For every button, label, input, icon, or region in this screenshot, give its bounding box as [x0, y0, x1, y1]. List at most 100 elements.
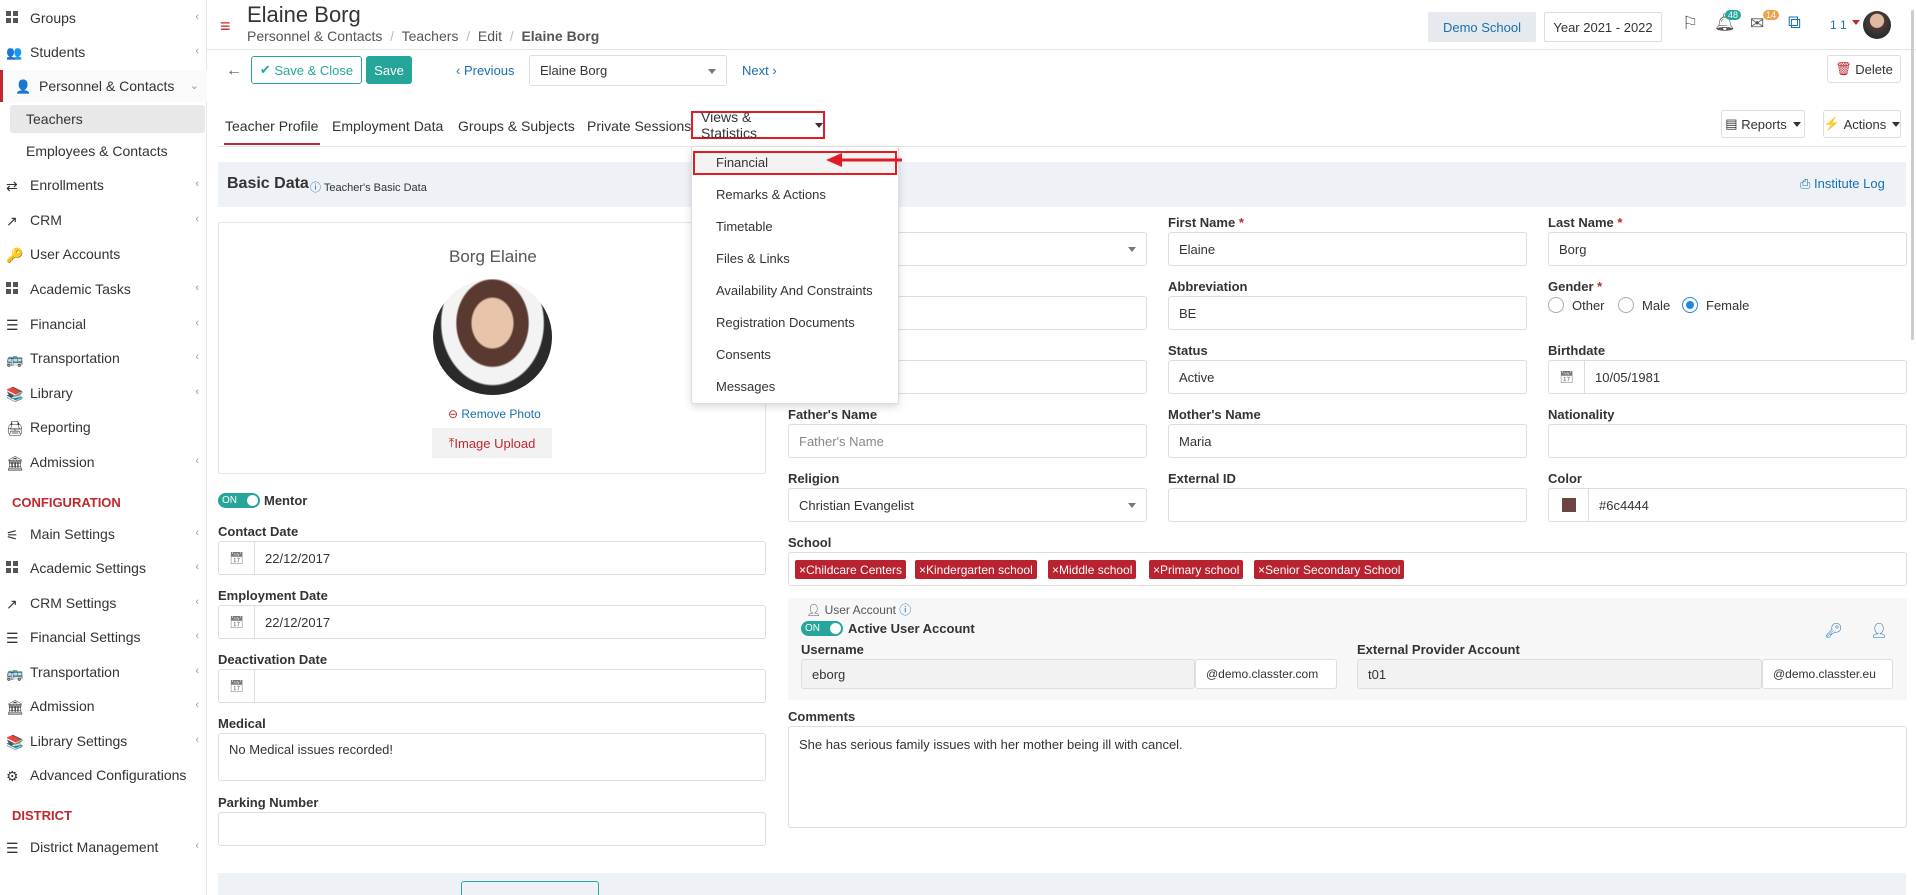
breadcrumb-teachers[interactable]: Teachers: [402, 28, 459, 44]
next-button[interactable]: Next ›: [742, 63, 777, 78]
color-field[interactable]: #6c4444: [1548, 488, 1907, 522]
sidebar-item-library[interactable]: 📚 Library ‹: [0, 377, 207, 409]
menu-item-files-links[interactable]: Files & Links: [716, 251, 790, 266]
user-settings-icon[interactable]: 👤︎: [1870, 622, 1888, 639]
menu-item-financial[interactable]: Financial: [716, 155, 768, 170]
school-tag[interactable]: × Senior Secondary School: [1254, 560, 1405, 579]
gender-male-radio[interactable]: [1618, 297, 1634, 313]
status-field[interactable]: Active: [1168, 360, 1527, 394]
comments-textarea[interactable]: She has serious family issues with her m…: [788, 726, 1907, 828]
calendar-icon[interactable]: 📅︎: [219, 605, 255, 639]
contact-date-field[interactable]: 📅︎ 22/12/2017: [218, 541, 766, 575]
sidebar-item-employees[interactable]: Employees & Contacts: [10, 137, 205, 165]
sidebar-item-academic-tasks[interactable]: Academic Tasks ‹: [0, 273, 207, 305]
username-field[interactable]: eborg: [801, 659, 1195, 689]
menu-item-timetable[interactable]: Timetable: [716, 219, 773, 234]
school-tag[interactable]: × Primary school: [1149, 560, 1244, 579]
menu-item-remarks[interactable]: Remarks & Actions: [716, 187, 826, 202]
chevron-down-icon: ⌄: [189, 80, 199, 92]
last-name-field[interactable]: Borg: [1548, 232, 1907, 266]
sidebar-item-crm-settings[interactable]: ↗ CRM Settings ‹: [0, 587, 207, 619]
sidebar-item-admission-settings[interactable]: 🏛 Admission ‹: [0, 690, 207, 722]
record-selector[interactable]: Elaine Borg: [529, 55, 727, 86]
abbreviation-field[interactable]: BE: [1168, 296, 1527, 330]
remove-photo-link[interactable]: ⊖ Remove Photo: [448, 407, 541, 421]
employment-date-field[interactable]: 📅︎ 22/12/2017: [218, 605, 766, 639]
key-icon[interactable]: 🔑︎: [1825, 622, 1843, 639]
menu-item-messages[interactable]: Messages: [716, 379, 775, 394]
sidebar-item-district-management[interactable]: ☰ District Management ‹: [0, 831, 207, 863]
mail-icon[interactable]: ✉: [1750, 14, 1764, 34]
user-name-short[interactable]: 1 1: [1830, 18, 1847, 32]
sidebar-item-library-settings[interactable]: 📚 Library Settings ‹: [0, 725, 207, 757]
page-scrollbar[interactable]: [1911, 10, 1914, 340]
tab-teacher-profile[interactable]: Teacher Profile: [225, 118, 318, 134]
medical-textarea[interactable]: No Medical issues recorded!: [218, 733, 766, 781]
breadcrumb-personnel[interactable]: Personnel & Contacts: [247, 28, 382, 44]
back-arrow-icon[interactable]: ←: [226, 62, 242, 80]
religion-select[interactable]: Christian Evangelist: [788, 488, 1147, 522]
menu-item-registration-docs[interactable]: Registration Documents: [716, 315, 855, 330]
sidebar-item-financial-settings[interactable]: ☰ Financial Settings ‹: [0, 621, 207, 653]
sidebar-item-advanced-config[interactable]: ⚙ Advanced Configurations: [0, 759, 207, 791]
ext-provider-field[interactable]: t01: [1357, 659, 1762, 689]
hamburger-icon[interactable]: ≡: [220, 16, 231, 37]
tab-views-statistics[interactable]: Views & Statistics: [691, 109, 825, 141]
previous-button[interactable]: ‹ Previous: [456, 63, 515, 78]
user-account-title: 👤︎ User Account ⓘ: [806, 603, 912, 617]
tab-employment-data[interactable]: Employment Data: [332, 118, 443, 134]
sidebar-item-reporting[interactable]: 🖨 Reporting: [0, 411, 207, 443]
gender-female-radio[interactable]: [1682, 297, 1698, 313]
gender-other-radio[interactable]: [1548, 297, 1564, 313]
sidebar-item-personnel[interactable]: 👤 Personnel & Contacts ⌄: [0, 70, 207, 102]
school-selector[interactable]: Demo School: [1428, 12, 1536, 42]
first-name-field[interactable]: Elaine: [1168, 232, 1527, 266]
sidebar-item-transportation[interactable]: 🚌 Transportation ‹: [0, 342, 207, 374]
layers-icon[interactable]: ⧉: [1788, 12, 1801, 33]
sidebar-item-teachers[interactable]: Teachers: [10, 105, 205, 133]
sidebar-item-crm[interactable]: ↗ CRM ‹: [0, 204, 207, 236]
calendar-icon[interactable]: 📅︎: [219, 669, 255, 703]
school-tag[interactable]: × Childcare Centers: [795, 560, 907, 579]
nationality-field[interactable]: [1548, 424, 1907, 458]
calendar-icon[interactable]: 📅︎: [219, 541, 255, 575]
parking-number-field[interactable]: [218, 812, 766, 846]
sidebar-item-enrollments[interactable]: ⇄ Enrollments ‹: [0, 169, 207, 201]
school-tag[interactable]: × Middle school: [1048, 560, 1137, 579]
sidebar-item-financial[interactable]: ☰ Financial ‹: [0, 308, 207, 340]
school-tag[interactable]: × Kindergarten school: [915, 560, 1037, 579]
sidebar-item-main-settings[interactable]: ⚟ Main Settings ‹: [0, 518, 207, 550]
user-avatar[interactable]: [1863, 11, 1891, 39]
save-close-button[interactable]: ✔ Save & Close: [251, 56, 362, 84]
tab-groups-subjects[interactable]: Groups & Subjects: [458, 118, 575, 134]
sidebar-item-admission[interactable]: 🏛 Admission ‹: [0, 446, 207, 478]
year-selector[interactable]: Year 2021 - 2022: [1544, 12, 1662, 42]
color-swatch[interactable]: [1549, 488, 1589, 522]
username-domain: @demo.classter.com: [1195, 659, 1337, 689]
sidebar-item-user-accounts[interactable]: 🔑 User Accounts: [0, 238, 207, 270]
menu-item-consents[interactable]: Consents: [716, 347, 771, 362]
user-caret-icon[interactable]: [1852, 20, 1860, 25]
institute-log-link[interactable]: ⎙ Institute Log: [1800, 176, 1885, 192]
mother-name-field[interactable]: Maria: [1168, 424, 1527, 458]
sidebar-item-academic-settings[interactable]: Academic Settings ‹: [0, 552, 207, 584]
external-id-field[interactable]: [1168, 488, 1527, 522]
sidebar-item-groups[interactable]: Groups ‹: [0, 2, 207, 34]
delete-button[interactable]: 🗑︎ Delete: [1827, 55, 1901, 83]
reports-button[interactable]: ▤ Reports: [1721, 110, 1805, 138]
tab-private-sessions[interactable]: Private Sessions: [587, 118, 691, 134]
save-button[interactable]: Save: [366, 56, 412, 84]
flag-icon[interactable]: ⚐: [1682, 13, 1698, 34]
mentor-toggle[interactable]: ON: [218, 493, 260, 508]
section-button[interactable]: [461, 881, 599, 895]
menu-item-availability[interactable]: Availability And Constraints: [716, 283, 873, 298]
sidebar-item-transportation-settings[interactable]: 🚌 Transportation ‹: [0, 656, 207, 688]
deactivation-date-field[interactable]: 📅︎: [218, 669, 766, 703]
father-name-field[interactable]: Father's Name: [788, 424, 1147, 458]
birthdate-field[interactable]: 📅︎ 10/05/1981: [1548, 360, 1907, 394]
calendar-icon[interactable]: 📅︎: [1549, 360, 1585, 394]
sidebar-item-students[interactable]: 👥 Students ‹: [0, 36, 207, 68]
image-upload-button[interactable]: ⤒ Image Upload: [432, 428, 552, 458]
actions-button[interactable]: ⚡ Actions: [1823, 110, 1901, 138]
active-account-toggle[interactable]: ON: [801, 621, 843, 636]
